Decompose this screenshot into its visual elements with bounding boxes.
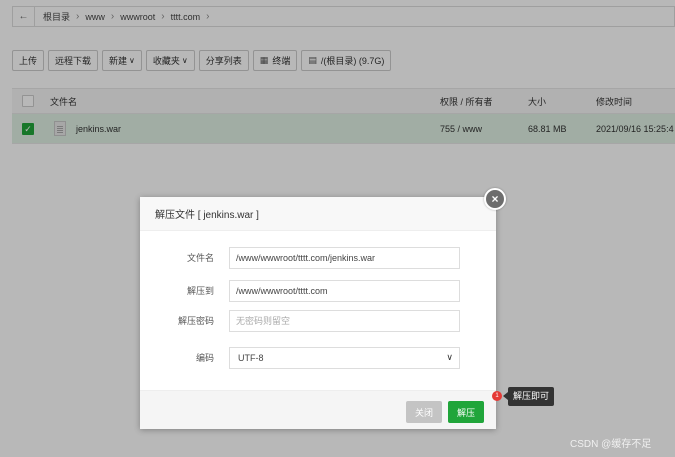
password-field[interactable] xyxy=(229,310,460,332)
dialog-footer: 关闭 解压 xyxy=(140,390,496,429)
chevron-down-icon: ∨ xyxy=(446,352,453,362)
hint-tooltip: 解压即可 xyxy=(502,387,555,406)
close-icon[interactable]: × xyxy=(484,188,506,210)
extract-button[interactable]: 解压 xyxy=(448,401,484,423)
encoding-row: 编码 UTF-8 ∨ xyxy=(140,347,496,369)
encoding-label: 编码 xyxy=(195,353,214,363)
watermark: CSDN @缓存不足 xyxy=(570,439,652,450)
dialog-title: 解压文件 [ jenkins.war ] xyxy=(140,197,496,231)
dest-field[interactable] xyxy=(229,280,460,302)
encoding-value: UTF-8 xyxy=(238,353,264,363)
password-label: 解压密码 xyxy=(177,316,214,326)
step-badge: 1 xyxy=(492,391,502,401)
dest-label: 解压到 xyxy=(186,286,214,296)
filename-label: 文件名 xyxy=(186,253,214,263)
extract-dialog: 解压文件 [ jenkins.war ] 文件名 解压到 解压密码 编码 UTF… xyxy=(140,197,496,429)
encoding-select[interactable]: UTF-8 ∨ xyxy=(229,347,460,369)
dest-row: 解压到 xyxy=(140,280,496,302)
password-row: 解压密码 xyxy=(140,310,496,332)
filename-row: 文件名 xyxy=(140,247,496,269)
filename-field[interactable] xyxy=(229,247,460,269)
close-button[interactable]: 关闭 xyxy=(406,401,442,423)
